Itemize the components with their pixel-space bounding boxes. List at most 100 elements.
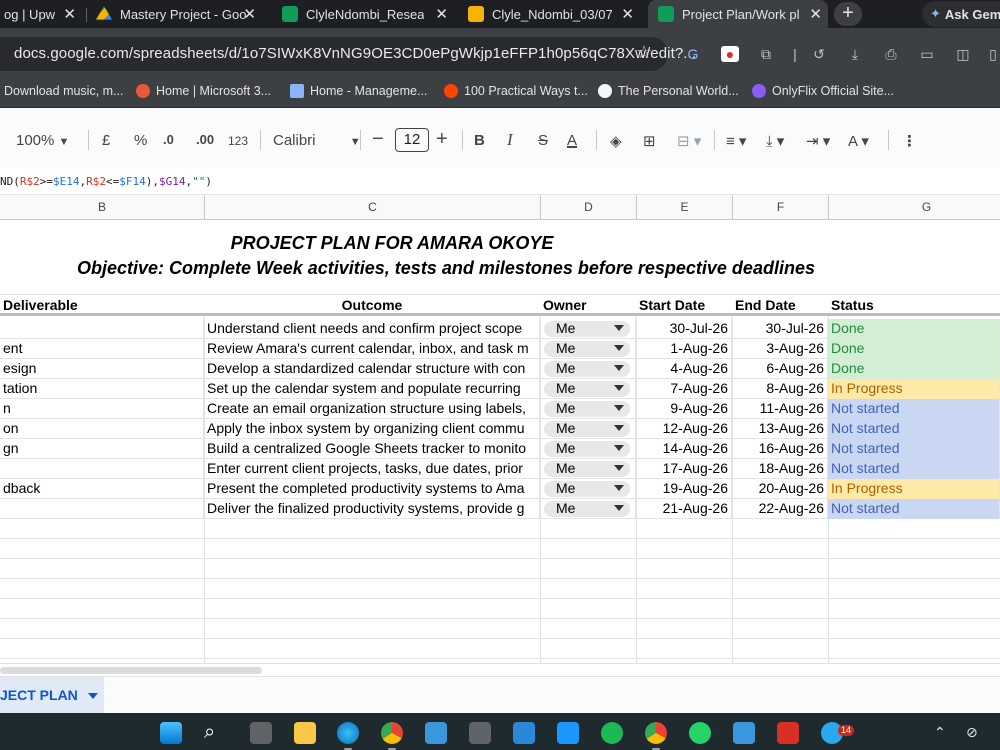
cell-outcome[interactable]: Review Amara's current calendar, inbox, … (204, 339, 540, 359)
column-header-g[interactable]: G (829, 195, 1000, 220)
strikethrough-button[interactable]: S (538, 132, 548, 149)
cell-start-date[interactable]: 9-Aug-26 (636, 399, 732, 419)
photos-icon[interactable] (425, 722, 447, 744)
dropdown-arrow-icon[interactable] (614, 425, 624, 431)
column-header-e[interactable]: E (637, 195, 733, 220)
cell-end-date[interactable]: 13-Aug-26 (732, 419, 828, 439)
bookmark-item[interactable]: The Personal World... (598, 84, 739, 98)
spotify-icon[interactable] (601, 722, 623, 744)
bookmark-item[interactable]: Home - Manageme... (290, 84, 427, 98)
cell-outcome[interactable]: Create an email organization structure u… (204, 399, 540, 419)
cell-owner[interactable]: Me (540, 359, 636, 379)
header-deliverable[interactable]: Deliverable (0, 295, 204, 316)
cell-outcome[interactable]: Build a centralized Google Sheets tracke… (204, 439, 540, 459)
cell-deliverable[interactable] (0, 499, 204, 519)
header-outcome[interactable]: Outcome (204, 295, 540, 316)
owner-dropdown-chip[interactable]: Me (544, 480, 630, 497)
close-icon[interactable]: ✕ (435, 5, 448, 23)
owner-dropdown-chip[interactable]: Me (544, 400, 630, 417)
title-merged-cell[interactable]: PROJECT PLAN FOR AMARA OKOYE Objective: … (0, 220, 1000, 295)
dropdown-arrow-icon[interactable] (614, 405, 624, 411)
bookmark-item[interactable]: 100 Practical Ways t... (444, 84, 588, 98)
cell-outcome[interactable]: Enter current client projects, tasks, du… (204, 459, 540, 479)
new-tab-button[interactable]: + (834, 2, 862, 26)
cell-deliverable[interactable] (0, 459, 204, 479)
windows-start-icon[interactable] (160, 722, 182, 744)
whatsapp-icon[interactable] (689, 722, 711, 744)
decrease-decimal-button[interactable]: .0 (163, 132, 174, 147)
column-header-d[interactable]: D (541, 195, 637, 220)
bookmark-item[interactable]: Home | Microsoft 3... (136, 84, 271, 98)
owner-dropdown-chip[interactable]: Me (544, 340, 630, 357)
dropdown-arrow-icon[interactable] (614, 345, 624, 351)
owner-dropdown-chip[interactable]: Me (544, 460, 630, 477)
column-header-c[interactable]: C (205, 195, 541, 220)
text-color-button[interactable]: A (567, 132, 577, 149)
browser-tab[interactable]: Mastery Project - Goo ✕ (92, 0, 262, 28)
task-view-icon[interactable] (250, 722, 272, 744)
cell-deliverable[interactable]: tation (0, 379, 204, 399)
dropdown-arrow-icon[interactable] (614, 365, 624, 371)
chrome-profile-icon[interactable] (645, 722, 667, 750)
chevron-down-icon[interactable] (87, 693, 98, 700)
increase-decimal-button[interactable]: .00 (196, 132, 214, 147)
cell-end-date[interactable]: 8-Aug-26 (732, 379, 828, 399)
tray-overflow-icon[interactable]: ⌃ (934, 724, 946, 741)
print-icon[interactable]: ⎙ (882, 46, 900, 62)
increase-font-size-button[interactable]: + (436, 128, 448, 151)
dropdown-arrow-icon[interactable] (614, 385, 624, 391)
dropdown-arrow-icon[interactable] (614, 325, 624, 331)
zoom-select[interactable]: 100% ▼ (16, 132, 69, 149)
cell-end-date[interactable]: 18-Aug-26 (732, 459, 828, 479)
cell-owner[interactable]: Me (540, 459, 636, 479)
history-icon[interactable]: ↺ (810, 46, 828, 62)
browser-tab[interactable]: ClyleNdombi_Researc ✕ (268, 0, 454, 28)
cell-start-date[interactable]: 17-Aug-26 (636, 459, 732, 479)
cell-start-date[interactable]: 4-Aug-26 (636, 359, 732, 379)
paint-icon[interactable] (733, 722, 755, 744)
owner-dropdown-chip[interactable]: Me (544, 500, 630, 517)
cell-end-date[interactable]: 6-Aug-26 (732, 359, 828, 379)
header-end-date[interactable]: End Date (732, 295, 828, 316)
close-icon[interactable]: ✕ (809, 5, 822, 23)
acrobat-icon[interactable] (777, 722, 799, 744)
cell-start-date[interactable]: 19-Aug-26 (636, 479, 732, 499)
number-format-button[interactable]: 123 (228, 134, 248, 148)
cell-status[interactable]: Not started (828, 399, 1000, 419)
bookmark-item[interactable]: Download music, m... (4, 84, 123, 98)
currency-format-button[interactable]: £ (102, 132, 110, 149)
font-family-select[interactable]: Calibri ▼ (273, 132, 361, 149)
owner-dropdown-chip[interactable]: Me (544, 440, 630, 457)
empty-row[interactable] (0, 559, 1000, 579)
cell-owner[interactable]: Me (540, 319, 636, 339)
cell-owner[interactable]: Me (540, 479, 636, 499)
cell-owner[interactable]: Me (540, 399, 636, 419)
text-rotation-icon[interactable]: A ▾ (848, 132, 869, 150)
empty-row[interactable] (0, 619, 1000, 639)
cell-status[interactable]: Done (828, 359, 1000, 379)
cell-status[interactable]: Not started (828, 419, 1000, 439)
ask-gemini-button[interactable]: ✦ Ask Gem (922, 1, 1000, 27)
close-icon[interactable]: ✕ (63, 5, 76, 23)
dropdown-arrow-icon[interactable] (614, 465, 624, 471)
merge-cells-icon[interactable]: ⊟ ▾ (677, 132, 701, 150)
header-start-date[interactable]: Start Date (636, 295, 732, 316)
sheet-tab-project-plan[interactable]: JECT PLAN (0, 677, 104, 714)
browser-tab[interactable]: Clyle_Ndombi_03/07/ ✕ (460, 0, 640, 28)
cell-owner[interactable]: Me (540, 339, 636, 359)
cell-status[interactable]: Not started (828, 499, 1000, 519)
cell-deliverable[interactable]: dback (0, 479, 204, 499)
cell-status[interactable]: In Progress (828, 479, 1000, 499)
browser-tab[interactable]: og | Upw ✕ (0, 0, 82, 28)
cell-start-date[interactable]: 14-Aug-26 (636, 439, 732, 459)
bookmark-item[interactable]: OnlyFlix Official Site... (752, 84, 894, 98)
column-header-b[interactable]: B (0, 195, 205, 220)
column-header-f[interactable]: F (733, 195, 829, 220)
cell-start-date[interactable]: 7-Aug-26 (636, 379, 732, 399)
cell-start-date[interactable]: 1-Aug-26 (636, 339, 732, 359)
font-size-input[interactable]: 12 (395, 128, 429, 152)
extensions-puzzle-icon[interactable]: ⧉ (757, 46, 775, 62)
cell-end-date[interactable]: 30-Jul-26 (732, 319, 828, 339)
file-explorer-icon[interactable] (294, 722, 316, 744)
owner-dropdown-chip[interactable]: Me (544, 320, 630, 337)
